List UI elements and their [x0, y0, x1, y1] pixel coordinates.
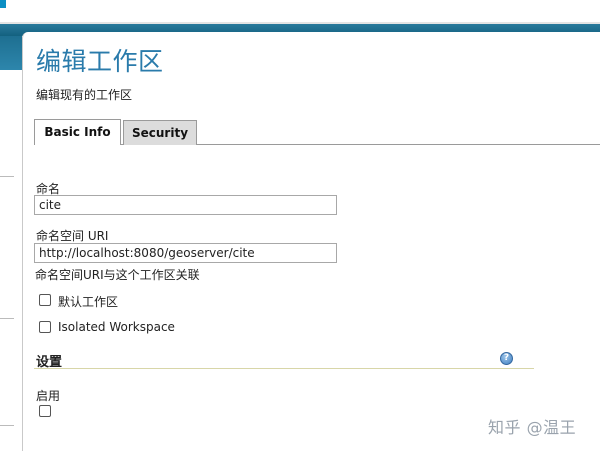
namespace-uri-hint: 命名空间URI与这个工作区关联	[35, 268, 200, 282]
help-icon[interactable]: ?	[500, 352, 513, 365]
settings-divider	[34, 368, 534, 369]
sidebar-active-item[interactable]	[0, 36, 22, 70]
top-banner	[0, 0, 600, 24]
name-input[interactable]: cite	[34, 195, 337, 215]
namespace-uri-input[interactable]: http://localhost:8080/geoserver/cite	[34, 243, 337, 263]
namespace-uri-label: 命名空间 URI	[36, 229, 109, 243]
enable-label: 启用	[36, 389, 61, 403]
default-workspace-label: 默认工作区	[58, 295, 119, 309]
sidebar-divider	[0, 318, 14, 319]
watermark: 知乎 @温王	[488, 418, 577, 437]
default-workspace-checkbox[interactable]	[39, 294, 51, 306]
sidebar-divider	[0, 425, 14, 426]
tab-security[interactable]: Security	[123, 120, 197, 145]
sidebar-divider	[0, 176, 14, 177]
tab-basic-info[interactable]: Basic Info	[34, 119, 121, 145]
isolated-workspace-checkbox[interactable]	[39, 321, 51, 333]
isolated-workspace-label: Isolated Workspace	[58, 320, 175, 334]
sidebar	[0, 36, 22, 451]
page-title: 编辑工作区	[36, 47, 164, 76]
enable-checkbox[interactable]	[39, 405, 51, 417]
logo-fragment	[0, 0, 6, 8]
page-subtitle: 编辑现有的工作区	[36, 88, 133, 102]
